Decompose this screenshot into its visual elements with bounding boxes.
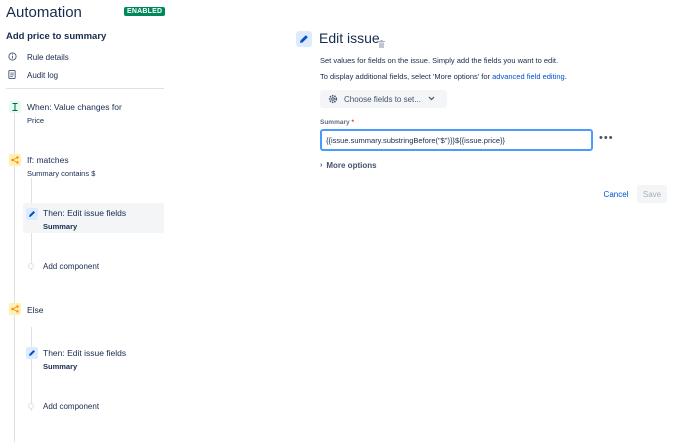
gear-icon [328,94,338,104]
add-component-button[interactable]: Add component [43,262,99,271]
trigger-title[interactable]: When: Value changes for [27,102,122,112]
pencil-icon [26,347,38,359]
more-options-label: More options [326,161,377,170]
document-icon [8,70,22,81]
editor-title: Edit issue [319,30,380,46]
trigger-icon [9,101,21,113]
if-condition-subtitle: Summary contains $ [27,169,96,178]
pencil-icon [26,208,38,220]
choose-fields-button[interactable]: Choose fields to set... [320,90,447,108]
rule-sidebar: Automation ENABLED Add price to summary … [0,0,170,442]
description-text: To display additional fields, select 'Mo… [320,72,493,81]
enabled-badge[interactable]: ENABLED [124,7,166,16]
summary-input[interactable] [320,129,593,151]
cancel-button[interactable]: Cancel [598,185,634,203]
action-title: Then: Edit issue fields [43,208,127,218]
more-actions-icon[interactable]: ••• [599,132,614,144]
description-suffix: . [564,72,567,81]
app-title: Automation [6,4,82,21]
action-subtitle: Summary [43,222,78,231]
advanced-field-editing-link[interactable]: advanced field editing [492,72,565,81]
menu-item-label: Rule details [27,53,69,62]
menu-item-label: Audit log [27,71,59,80]
editor-description-advanced: To display additional fields, select 'Mo… [320,72,567,81]
action-subtitle: Summary [43,362,78,371]
if-condition-title[interactable]: If: matches [27,155,69,165]
chevron-down-icon [428,96,435,103]
divider [6,88,164,89]
branch-icon [9,303,21,315]
more-options-toggle[interactable]: › More options [320,161,377,170]
choose-fields-label: Choose fields to set... [344,94,421,104]
trigger-subtitle: Price [27,116,45,125]
add-component-button[interactable]: Add component [43,402,99,411]
trash-icon[interactable] [378,35,385,48]
action-title: Then: Edit issue fields [43,348,127,358]
required-marker: * [351,119,354,126]
save-button[interactable]: Save [637,185,667,203]
summary-field-label: Summary * [320,119,354,126]
menu-item-audit-log[interactable]: Audit log [8,70,58,81]
chevron-right-icon: › [320,162,323,169]
rule-name: Add price to summary [6,31,107,42]
editor-description: Set values for fields on the issue. Simp… [320,56,559,65]
pencil-icon [296,31,312,47]
field-label-text: Summary [320,119,350,126]
branch-icon [9,154,21,166]
info-icon [8,52,22,63]
add-component-dot [28,403,34,409]
add-component-dot [28,263,34,269]
menu-item-rule-details[interactable]: Rule details [8,52,69,63]
else-condition-title[interactable]: Else [27,305,44,315]
